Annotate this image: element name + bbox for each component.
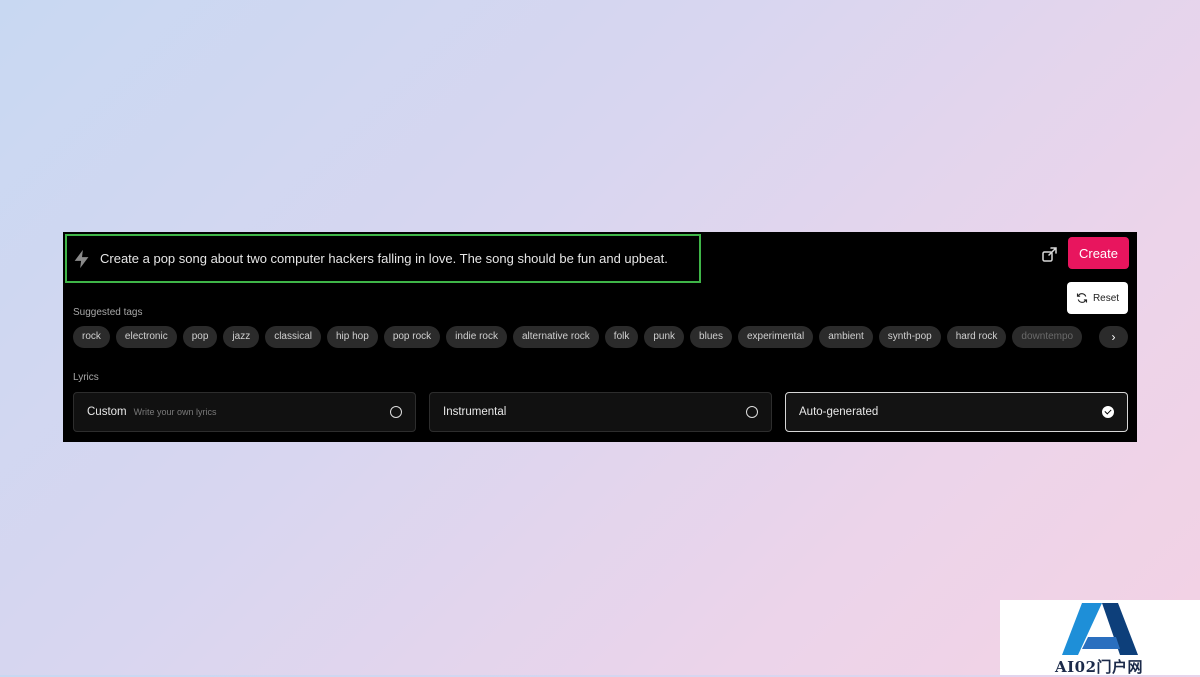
lyrics-option-auto-generated[interactable]: Auto-generated [785, 392, 1128, 432]
tag-chip[interactable]: synth-pop [878, 326, 941, 348]
tag-chip[interactable]: downtempo [1012, 326, 1083, 348]
tag-chip[interactable]: punk [644, 326, 685, 348]
reset-label: Reset [1092, 292, 1120, 304]
watermark-text: AI02门户网 [1055, 658, 1144, 676]
song-prompt-panel: Create a pop song about two computer hac… [63, 232, 1137, 442]
tag-chip[interactable]: blues [690, 326, 732, 348]
tag-chip[interactable]: electronic [115, 326, 177, 348]
radio-icon[interactable] [746, 406, 758, 418]
tag-chip[interactable]: indie rock [446, 326, 507, 348]
lightning-icon [74, 249, 89, 268]
tag-chip[interactable]: classical [265, 326, 321, 348]
logo-icon [1062, 603, 1138, 655]
lyrics-label: Lyrics [73, 372, 99, 383]
lyrics-option-instrumental[interactable]: Instrumental [429, 392, 772, 432]
tag-chip[interactable]: ambient [819, 326, 873, 348]
share-icon[interactable] [1040, 244, 1060, 264]
radio-icon[interactable] [390, 406, 402, 418]
check-icon[interactable] [1102, 406, 1114, 418]
tag-list: rock electronic pop jazz classical hip hop pop… [73, 326, 1099, 348]
option-title: Instrumental [443, 406, 507, 418]
tag-chip[interactable]: jazz [223, 326, 260, 348]
reset-button[interactable]: Reset [1067, 282, 1128, 314]
tag-chip[interactable]: pop rock [383, 326, 441, 348]
option-subtitle: Write your own lyrics [133, 407, 217, 417]
prompt-text: Create a pop song about two computer hac… [100, 251, 668, 266]
tag-chip[interactable]: experimental [737, 326, 814, 348]
tag-chip[interactable]: rock [73, 326, 110, 348]
tag-chip[interactable]: pop [182, 326, 218, 348]
lyrics-option-custom[interactable]: Custom Write your own lyrics [73, 392, 416, 432]
option-title: Auto-generated [799, 406, 879, 418]
tag-chip[interactable]: folk [604, 326, 639, 348]
tag-chip[interactable]: hard rock [946, 326, 1007, 348]
create-button[interactable]: Create [1068, 237, 1129, 269]
prompt-input[interactable]: Create a pop song about two computer hac… [65, 234, 701, 283]
tag-chip[interactable]: alternative rock [512, 326, 599, 348]
chevron-right-icon[interactable]: › [1099, 326, 1128, 348]
tag-chip[interactable]: hip hop [327, 326, 378, 348]
watermark: AI02门户网 [1000, 600, 1200, 676]
option-title: Custom [87, 406, 127, 418]
refresh-icon [1076, 293, 1087, 303]
suggested-tags-label: Suggested tags [73, 307, 143, 318]
